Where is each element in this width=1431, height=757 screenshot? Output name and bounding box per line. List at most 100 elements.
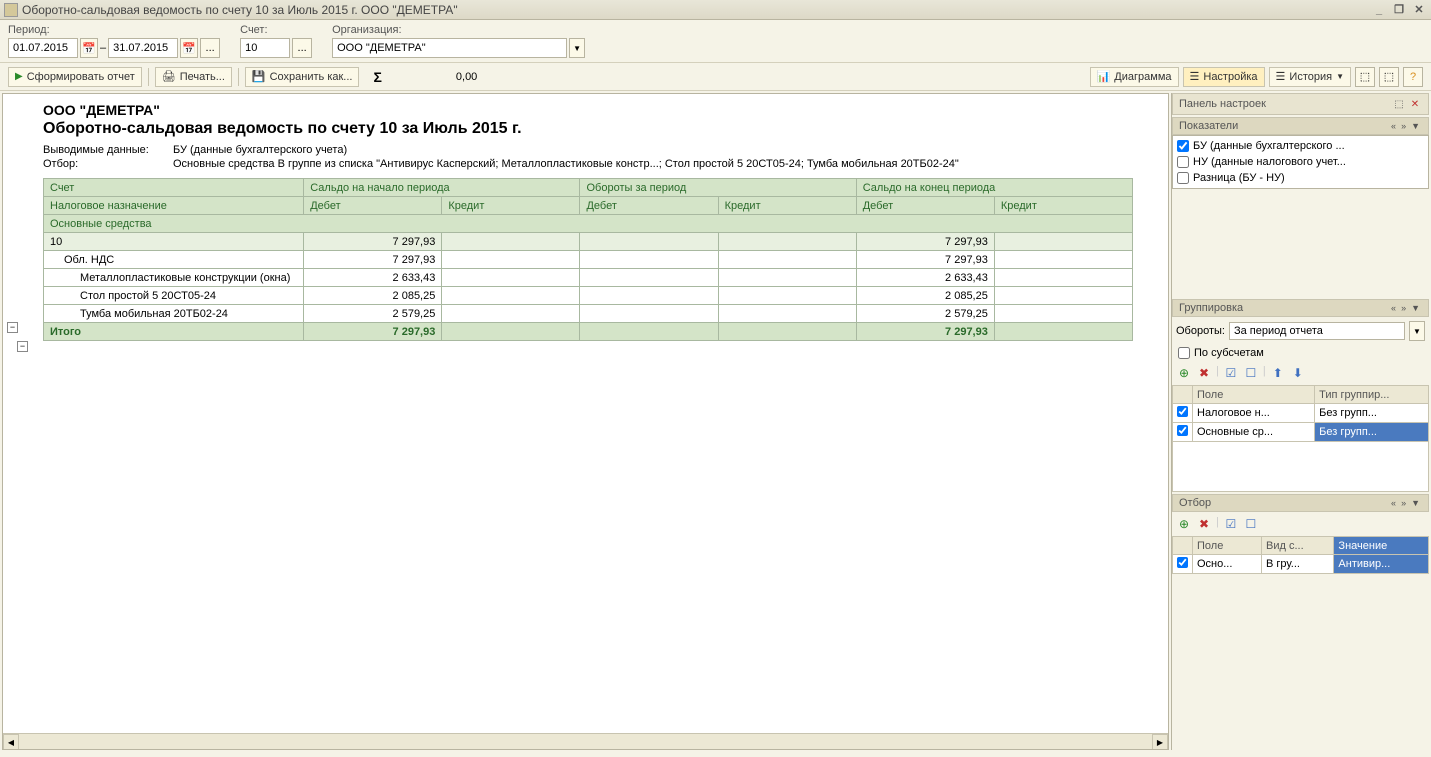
grouping-header[interactable]: Группировка «»▼ <box>1172 299 1429 317</box>
filter-label: Отбор: <box>43 158 173 170</box>
grouping-row[interactable]: Основные ср... Без групп... <box>1173 423 1429 442</box>
account-input[interactable] <box>240 38 290 58</box>
filter-check-all-button[interactable]: ☑ <box>1223 516 1239 532</box>
chevron-down-icon: ▼ <box>1336 72 1344 81</box>
report-table: Счет Сальдо на начало периода Обороты за… <box>43 178 1133 341</box>
table-row[interactable]: Обл. НДС 7 297,93 7 297,93 <box>44 251 1133 269</box>
titlebar: Оборотно-сальдовая ведомость по счету 10… <box>0 0 1431 20</box>
col-account: Счет <box>44 179 304 197</box>
scroll-left-button[interactable]: ◀ <box>3 734 19 750</box>
move-up-button[interactable]: ⬆ <box>1270 365 1286 381</box>
panel-close-button[interactable]: ✕ <box>1408 97 1422 111</box>
filter-row[interactable]: Осно... В гру... Антивир... <box>1173 555 1429 574</box>
indicators-list: БУ (данные бухгалтерского ...НУ (данные … <box>1172 135 1429 189</box>
report-org: ООО "ДЕМЕТРА" <box>43 102 1160 118</box>
output-value: БУ (данные бухгалтерского учета) <box>173 144 1160 156</box>
settings-icon: ☰ <box>1190 70 1200 83</box>
save-icon: 💾 <box>252 70 266 83</box>
scroll-right-button[interactable]: ▶ <box>1152 734 1168 750</box>
col-balance-start: Сальдо на начало периода <box>304 179 580 197</box>
save-as-button[interactable]: 💾 Сохранить как... <box>245 67 360 87</box>
date-to-input[interactable] <box>108 38 178 58</box>
indicator-checkbox[interactable] <box>1177 156 1189 168</box>
table-row[interactable]: Тумба мобильная 20ТБ02-24 2 579,25 2 579… <box>44 305 1133 323</box>
indicators-header[interactable]: Показатели «»▼ <box>1172 117 1429 135</box>
tree-toggle-1[interactable]: − <box>7 322 18 333</box>
minimize-button[interactable]: _ <box>1371 3 1387 17</box>
report-title: Оборотно-сальдовая ведомость по счету 10… <box>43 120 1160 138</box>
app-icon <box>4 3 18 17</box>
check-all-button[interactable]: ☑ <box>1223 365 1239 381</box>
col-balance-end: Сальдо на конец периода <box>856 179 1132 197</box>
parameters-bar: Период: 📅 – 📅 ... Счет: ... Организация:… <box>0 20 1431 63</box>
indicator-checkbox[interactable] <box>1177 140 1189 152</box>
total-label: Итого <box>44 323 304 341</box>
col-turnover: Обороты за период <box>580 179 856 197</box>
total-d1: 7 297,93 <box>304 323 442 341</box>
col-debit-2: Дебет <box>580 197 718 215</box>
history-button[interactable]: ☰ История ▼ <box>1269 67 1351 87</box>
move-down-button[interactable]: ⬇ <box>1290 365 1306 381</box>
window-title: Оборотно-сальдовая ведомость по счету 10… <box>22 3 1371 17</box>
col-credit-2: Кредит <box>718 197 856 215</box>
maximize-button[interactable]: ❐ <box>1391 3 1407 17</box>
period-label: Период: <box>8 24 220 36</box>
grouping-table: Поле Тип группир... Налоговое н... Без г… <box>1172 385 1429 442</box>
report-area: − − ООО "ДЕМЕТРА" Оборотно-сальдовая вед… <box>2 93 1169 750</box>
tool-btn-2[interactable]: ⬚ <box>1379 67 1399 87</box>
calendar-to-button[interactable]: 📅 <box>180 38 198 58</box>
col-credit-1: Кредит <box>442 197 580 215</box>
filter-uncheck-all-button[interactable]: ☐ <box>1243 516 1259 532</box>
period-select-button[interactable]: ... <box>200 38 220 58</box>
total-d2 <box>580 323 718 341</box>
col-debit-3: Дебет <box>856 197 994 215</box>
history-icon: ☰ <box>1276 70 1286 83</box>
indicator-item[interactable]: БУ (данные бухгалтерского ... <box>1175 138 1426 154</box>
col-credit-3: Кредит <box>994 197 1132 215</box>
uncheck-all-button[interactable]: ☐ <box>1243 365 1259 381</box>
scroll-track[interactable] <box>19 734 1152 749</box>
turnover-select[interactable] <box>1229 322 1405 340</box>
chart-icon: 📊 <box>1097 70 1111 83</box>
help-button[interactable]: ? <box>1403 67 1423 87</box>
col-tax-purpose: Налоговое назначение <box>44 197 304 215</box>
tool-btn-1[interactable]: ⬚ <box>1355 67 1375 87</box>
date-from-input[interactable] <box>8 38 78 58</box>
table-row[interactable]: Металлопластиковые конструкции (окна) 2 … <box>44 269 1133 287</box>
indicator-checkbox[interactable] <box>1177 172 1189 184</box>
form-report-button[interactable]: ▶ Сформировать отчет <box>8 67 142 87</box>
col-debit-1: Дебет <box>304 197 442 215</box>
sigma-icon: Σ <box>373 69 381 85</box>
by-subaccounts-checkbox[interactable] <box>1178 347 1190 359</box>
settings-button[interactable]: ☰ Настройка <box>1183 67 1265 87</box>
output-label: Выводимые данные: <box>43 144 173 156</box>
print-button[interactable]: 🖨 Печать... <box>155 67 232 87</box>
org-input[interactable] <box>332 38 567 58</box>
add-group-button[interactable]: ⊕ <box>1176 365 1192 381</box>
diagram-button[interactable]: 📊 Диаграмма <box>1090 67 1179 87</box>
total-d3: 7 297,93 <box>856 323 994 341</box>
print-icon: 🖨 <box>162 70 176 83</box>
panel-header: Панель настроек ⬚ ✕ <box>1172 93 1429 115</box>
table-row[interactable]: Стол простой 5 20СТ05-24 2 085,25 2 085,… <box>44 287 1133 305</box>
calendar-from-button[interactable]: 📅 <box>80 38 98 58</box>
table-row[interactable]: 10 7 297,93 7 297,93 <box>44 233 1133 251</box>
indicator-item[interactable]: Разница (БУ - НУ) <box>1175 170 1426 186</box>
del-filter-button[interactable]: ✖ <box>1196 516 1212 532</box>
toolbar: ▶ Сформировать отчет 🖨 Печать... 💾 Сохра… <box>0 63 1431 91</box>
sum-value: 0,00 <box>456 71 477 83</box>
del-group-button[interactable]: ✖ <box>1196 365 1212 381</box>
total-c2 <box>718 323 856 341</box>
close-button[interactable]: ✕ <box>1411 3 1427 17</box>
turnover-dropdown[interactable]: ▼ <box>1409 321 1425 341</box>
panel-config-button[interactable]: ⬚ <box>1392 97 1406 111</box>
add-filter-button[interactable]: ⊕ <box>1176 516 1192 532</box>
account-label: Счет: <box>240 24 312 36</box>
grouping-row[interactable]: Налоговое н... Без групп... <box>1173 404 1429 423</box>
indicator-item[interactable]: НУ (данные налогового учет... <box>1175 154 1426 170</box>
org-label: Организация: <box>332 24 585 36</box>
org-dropdown-button[interactable]: ▼ <box>569 38 585 58</box>
filter-header[interactable]: Отбор «»▼ <box>1172 494 1429 512</box>
tree-toggle-2[interactable]: − <box>17 341 28 352</box>
account-select-button[interactable]: ... <box>292 38 312 58</box>
